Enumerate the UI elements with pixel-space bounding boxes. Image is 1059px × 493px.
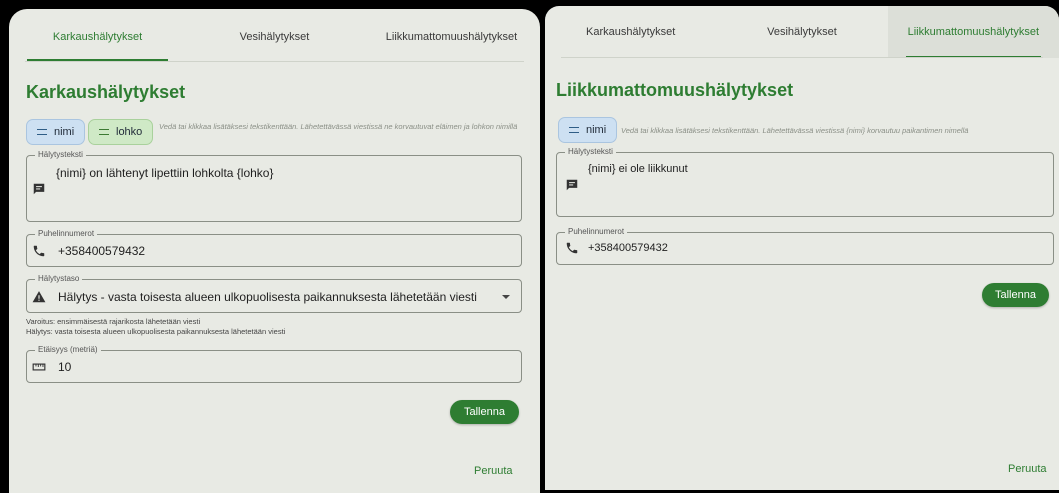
phone-value: +358400579432 <box>588 242 668 254</box>
alert-level-select[interactable]: Hälytystaso Hälytys - vasta toisesta alu… <box>26 274 522 313</box>
ruler-icon <box>32 363 46 371</box>
tab-label: Vesihälytykset <box>767 26 837 38</box>
chip-hint: Vedä tai klikkaa lisätäksesi tekstikentt… <box>621 126 969 135</box>
phone-value: +358400579432 <box>58 244 146 258</box>
cancel-button[interactable]: Peruuta <box>1008 463 1047 475</box>
alert-text-field[interactable]: Hälytysteksti {nimi} on lähtenyt lipetti… <box>26 150 522 222</box>
alert-text-value: {nimi} ei ole liikkunut <box>588 163 688 175</box>
tabs-divider <box>561 57 1043 58</box>
drag-handle-icon <box>99 129 109 135</box>
drag-handle-icon <box>37 129 47 135</box>
chip-hint: Vedä tai klikkaa lisätäksesi tekstikentt… <box>159 122 518 131</box>
save-button[interactable]: Tallenna <box>982 283 1049 307</box>
chip-nimi[interactable]: nimi <box>26 119 86 145</box>
field-label: Hälytysteksti <box>35 150 86 160</box>
alert-text-value: {nimi} on lähtenyt lipettiin lohkolta {l… <box>56 166 274 180</box>
alert-level-value: Hälytys - vasta toisesta alueen ulkopuol… <box>58 290 477 304</box>
alert-level-helper-1: Varoitus: ensimmäisestä rajarikosta lähe… <box>26 317 201 326</box>
alert-level-helper-2: Hälytys: vasta toisesta alueen ulkopuoli… <box>26 327 286 336</box>
tab-water-alerts[interactable]: Vesihälytykset <box>186 9 363 65</box>
escape-alerts-dialog: Karkaushälytykset Vesihälytykset Liikkum… <box>9 9 540 493</box>
phone-field[interactable]: Puhelinnumerot +358400579432 <box>556 227 1054 265</box>
chip-label: nimi <box>54 126 75 138</box>
warning-icon <box>32 291 46 303</box>
tab-water-alerts[interactable]: Vesihälytykset <box>716 6 887 58</box>
save-button[interactable]: Tallenna <box>450 400 519 424</box>
tabs-divider <box>25 61 524 62</box>
tab-immobility-alerts[interactable]: Liikkumattomuushälytykset <box>363 9 540 65</box>
chip-label: nimi <box>586 124 607 136</box>
chip-nimi[interactable]: nimi <box>558 117 618 143</box>
field-label: Puhelinnumerot <box>35 229 98 239</box>
page-title: Karkaushälytykset <box>26 82 186 102</box>
chip-lohko[interactable]: lohko <box>88 119 154 145</box>
immobility-alerts-dialog: Karkaushälytykset Vesihälytykset Liikkum… <box>545 6 1059 490</box>
drag-handle-icon <box>569 127 579 133</box>
field-label: Hälytysteksti <box>565 147 616 157</box>
field-label: Hälytystaso <box>35 274 83 284</box>
alert-tabs: Karkaushälytykset Vesihälytykset Liikkum… <box>9 9 540 65</box>
alert-text-field[interactable]: Hälytysteksti {nimi} ei ole liikkunut <box>556 147 1054 217</box>
tab-label: Liikkumattomuushälytykset <box>385 31 518 43</box>
tab-immobility-alerts[interactable]: Liikkumattomuushälytykset <box>887 6 1059 58</box>
tab-label: Karkaushälytykset <box>586 26 676 38</box>
screen: Karkaushälytykset Vesihälytykset Liikkum… <box>0 0 1059 493</box>
field-label: Puhelinnumerot <box>565 227 628 237</box>
chip-label: lohko <box>116 126 143 138</box>
distance-value: 10 <box>58 360 72 374</box>
page-title: Liikkumattomuushälytykset <box>556 80 794 100</box>
phone-icon <box>566 242 578 254</box>
tab-label: Karkaushälytykset <box>52 31 143 43</box>
field-label: Etäisyys (metriä) <box>35 345 101 355</box>
distance-field[interactable]: Etäisyys (metriä) 10 <box>26 345 522 383</box>
dropdown-arrow-icon[interactable] <box>502 295 510 299</box>
phone-icon <box>33 245 45 257</box>
cancel-button[interactable]: Peruuta <box>474 465 513 477</box>
message-icon <box>566 179 578 191</box>
phone-field[interactable]: Puhelinnumerot +358400579432 <box>26 229 522 267</box>
alert-tabs: Karkaushälytykset Vesihälytykset Liikkum… <box>545 6 1059 58</box>
tab-escape-alerts[interactable]: Karkaushälytykset <box>9 9 186 65</box>
message-icon <box>33 183 45 195</box>
tab-label: Liikkumattomuushälytykset <box>907 26 1040 38</box>
tab-label: Vesihälytykset <box>239 31 310 43</box>
tab-escape-alerts[interactable]: Karkaushälytykset <box>545 6 716 58</box>
